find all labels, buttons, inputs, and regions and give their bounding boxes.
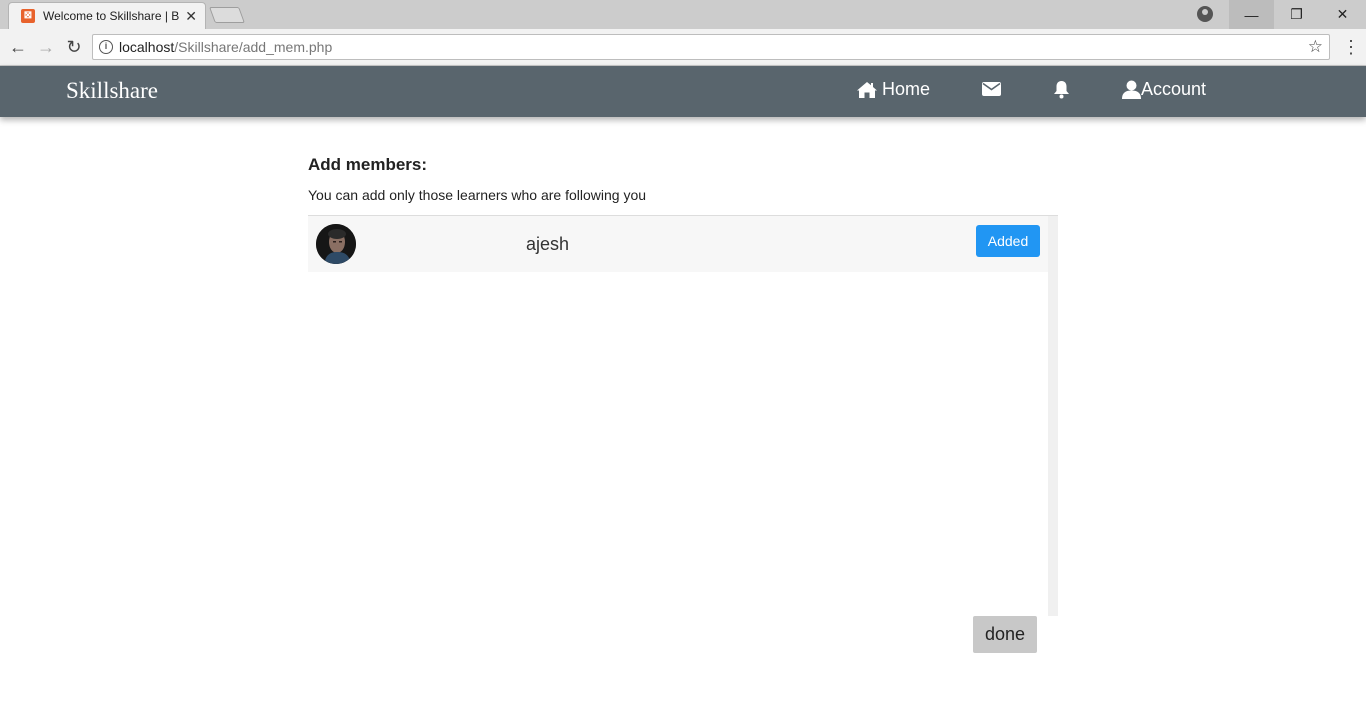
tab-close-icon[interactable]: ✕: [185, 8, 197, 25]
envelope-icon: [982, 82, 1001, 96]
user-icon: [1122, 80, 1141, 99]
address-bar[interactable]: i localhost /Skillshare/add_mem.php ☆: [92, 34, 1330, 60]
nav-home-label: Home: [882, 79, 931, 99]
app-navbar: Skillshare Home Account: [0, 66, 1366, 117]
avatar-photo: [316, 224, 356, 264]
nav-messages[interactable]: [982, 82, 1001, 96]
reload-icon[interactable]: ↻: [64, 37, 84, 57]
nav-home[interactable]: Home: [856, 79, 930, 100]
browser-toolbar: ← → ↻ i localhost /Skillshare/add_mem.ph…: [0, 29, 1366, 66]
browser-tabstrip: ⊠ Welcome to Skillshare | B ✕ — ❐ ✕: [0, 0, 1366, 29]
home-icon: [857, 81, 877, 98]
scrollbar-track[interactable]: [1048, 216, 1058, 616]
added-button[interactable]: Added: [976, 225, 1040, 257]
profile-icon[interactable]: [1197, 6, 1213, 22]
member-name: ajesh: [526, 234, 570, 254]
info-icon[interactable]: i: [99, 40, 113, 54]
page-subtitle: You can add only those learners who are …: [308, 187, 647, 203]
restore-button[interactable]: ❐: [1274, 0, 1319, 29]
bell-icon: [1054, 81, 1069, 99]
url-path: /Skillshare/add_mem.php: [174, 39, 333, 55]
new-tab-button[interactable]: [209, 7, 245, 23]
page-title: Add members:: [308, 155, 428, 174]
list-item: ajesh Added: [308, 216, 1048, 272]
brand-logo[interactable]: Skillshare: [66, 78, 158, 104]
tab-title: Welcome to Skillshare | B: [43, 9, 180, 23]
xampp-favicon-icon: ⊠: [21, 9, 35, 23]
forward-arrow-icon[interactable]: →: [36, 37, 56, 57]
nav-account-label: Account: [1141, 79, 1207, 99]
done-button[interactable]: done: [973, 616, 1037, 653]
minimize-button[interactable]: —: [1229, 0, 1274, 29]
member-list: ajesh Added: [308, 215, 1058, 616]
avatar: [316, 224, 356, 264]
bookmark-star-icon[interactable]: ☆: [1308, 37, 1323, 57]
nav-account[interactable]: Account: [1122, 79, 1206, 100]
close-window-button[interactable]: ✕: [1320, 0, 1365, 29]
browser-tab[interactable]: ⊠ Welcome to Skillshare | B ✕: [8, 2, 206, 29]
back-arrow-icon[interactable]: ←: [8, 37, 28, 57]
browser-menu-icon[interactable]: ⋮: [1342, 37, 1360, 57]
nav-notifications[interactable]: [1053, 80, 1070, 99]
url-host: localhost: [119, 39, 175, 55]
